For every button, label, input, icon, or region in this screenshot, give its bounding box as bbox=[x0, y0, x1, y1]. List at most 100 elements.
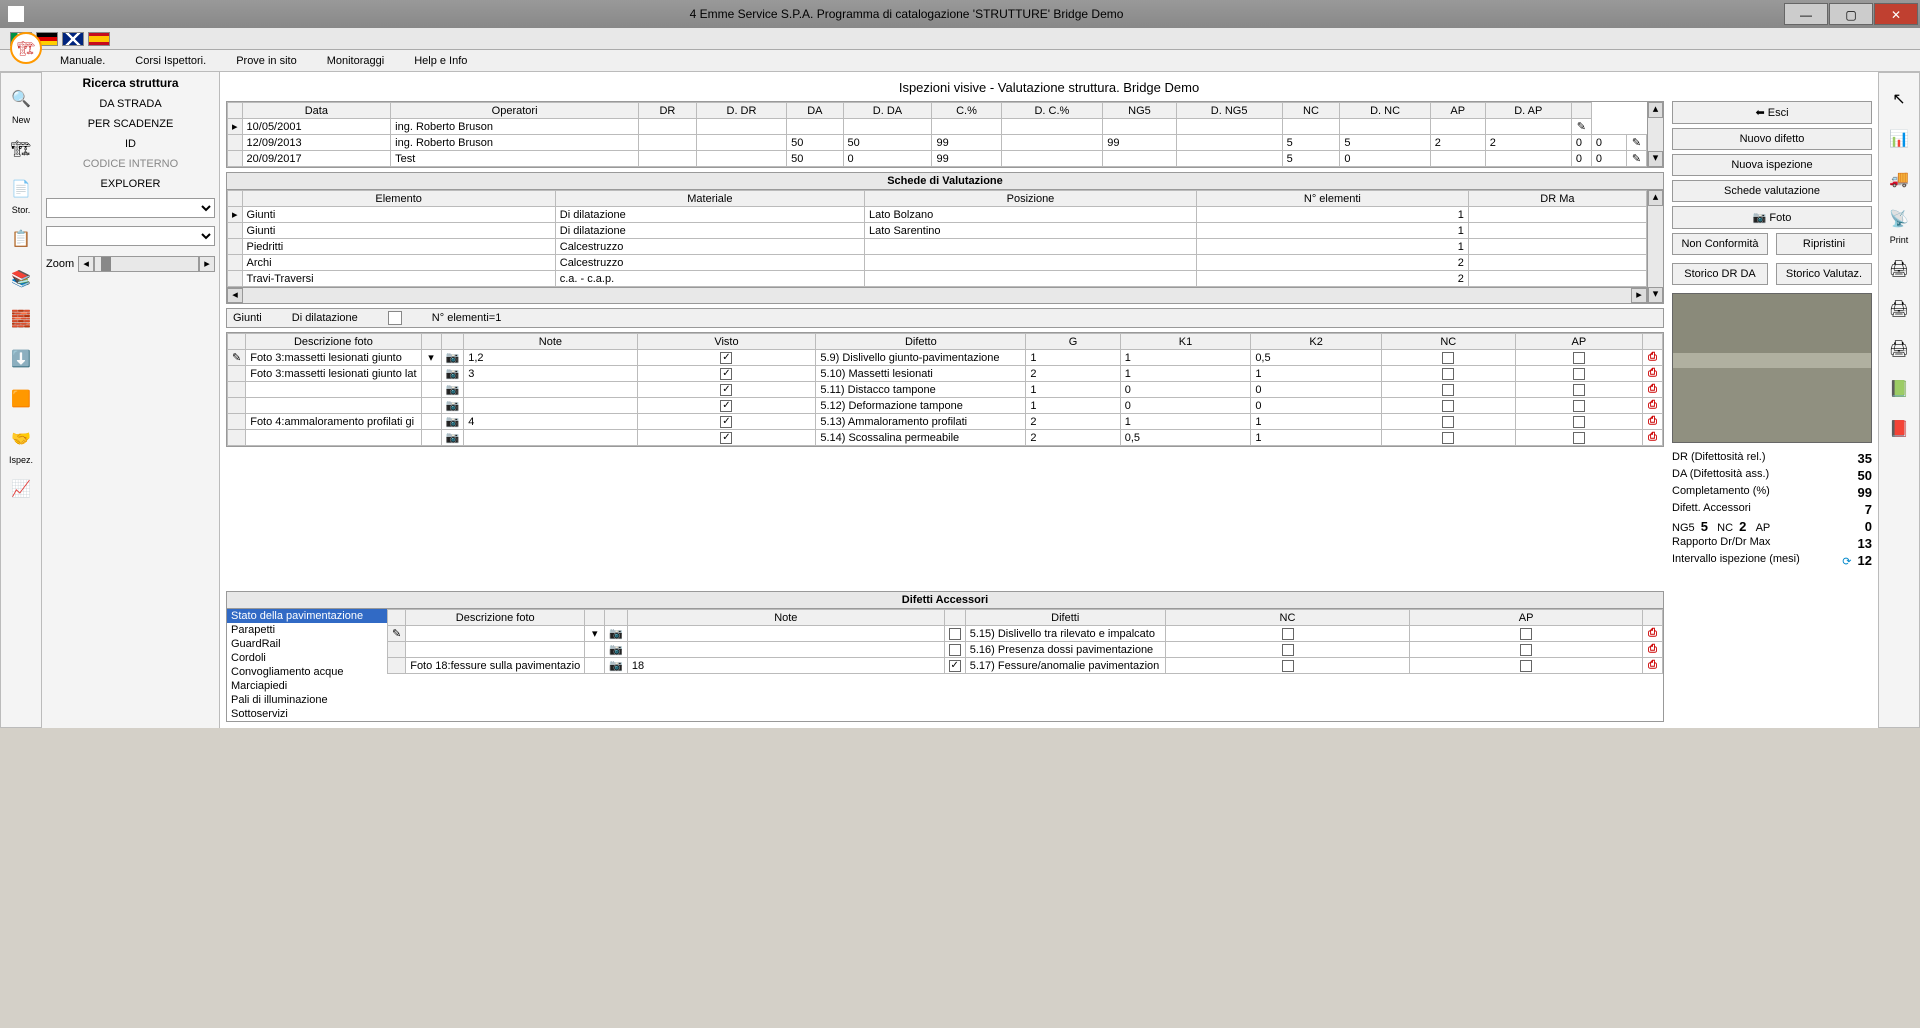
acc-row[interactable]: ✎▾📷5.15) Dislivello tra rilevato e impal… bbox=[388, 626, 1663, 642]
pdf-row-icon[interactable]: ⎙ bbox=[1643, 430, 1663, 446]
defect-row[interactable]: Foto 4:ammaloramento profilati gi📷45.13)… bbox=[228, 414, 1663, 430]
insp-row[interactable]: ▸10/05/2001ing. Roberto Bruson✎ bbox=[228, 119, 1647, 135]
flag-uk-icon[interactable] bbox=[62, 32, 84, 46]
nc-checkbox[interactable] bbox=[1442, 432, 1454, 444]
side-codice-interno[interactable]: CODICE INTERNO bbox=[46, 154, 215, 174]
col-data[interactable]: Data bbox=[242, 103, 391, 119]
col-dr[interactable]: DR bbox=[639, 103, 697, 119]
storico-dr-button[interactable]: Storico DR DA bbox=[1672, 263, 1768, 285]
side-per-scadenze[interactable]: PER SCADENZE bbox=[46, 114, 215, 134]
pdf-row-icon[interactable]: ⎙ bbox=[1643, 350, 1663, 366]
acc-item-acque[interactable]: Convogliamento acque bbox=[227, 665, 387, 679]
printer3-icon[interactable]: 🖨 bbox=[1885, 335, 1913, 363]
col-ng5[interactable]: NG5 bbox=[1103, 103, 1176, 119]
printer2-icon[interactable]: 🖨 bbox=[1885, 295, 1913, 323]
col-nelem[interactable]: N° elementi bbox=[1196, 191, 1468, 207]
search-icon[interactable]: 🔍 bbox=[7, 85, 35, 113]
col-note[interactable]: Note bbox=[464, 334, 637, 350]
zoom-slider[interactable] bbox=[94, 256, 199, 272]
menu-monitoraggi[interactable]: Monitoraggi bbox=[327, 55, 384, 67]
insp-row[interactable]: 12/09/2013ing. Roberto Bruson50509999552… bbox=[228, 135, 1647, 151]
nc-checkbox[interactable] bbox=[1442, 400, 1454, 412]
minimize-button[interactable]: — bbox=[1784, 3, 1828, 25]
download-icon[interactable]: ⬇️ bbox=[7, 345, 35, 373]
camera-icon[interactable]: 📷 bbox=[441, 430, 464, 446]
defect-row[interactable]: 📷5.12) Deformazione tampone100⎙ bbox=[228, 398, 1663, 414]
schede-row[interactable]: Travi-Traversic.a. - c.a.p.2 bbox=[228, 271, 1647, 287]
col-drma[interactable]: DR Ma bbox=[1468, 191, 1646, 207]
visto-checkbox[interactable] bbox=[720, 384, 732, 396]
camera-icon[interactable]: 📷 bbox=[441, 414, 464, 430]
non-conformita-button[interactable]: Non Conformità bbox=[1672, 233, 1768, 255]
truck-icon[interactable]: 🚚 bbox=[1885, 165, 1913, 193]
pdf-row-icon[interactable]: ⎙ bbox=[1643, 642, 1663, 658]
acc-checkbox[interactable] bbox=[949, 628, 961, 640]
col-g[interactable]: G bbox=[1026, 334, 1120, 350]
insp-row[interactable]: 20/09/2017Test500995000✎ bbox=[228, 151, 1647, 167]
col-def-ap[interactable]: AP bbox=[1515, 334, 1642, 350]
camera-icon[interactable]: 📷 bbox=[605, 626, 628, 642]
acc-item-marciapiedi[interactable]: Marciapiedi bbox=[227, 679, 387, 693]
col-posizione[interactable]: Posizione bbox=[864, 191, 1196, 207]
pdf-row-icon[interactable]: ⎙ bbox=[1643, 398, 1663, 414]
ap-checkbox[interactable] bbox=[1573, 400, 1585, 412]
excel-icon[interactable]: 📗 bbox=[1885, 375, 1913, 403]
zoom-left-icon[interactable]: ◂ bbox=[78, 256, 94, 272]
defect-row[interactable]: 📷5.11) Distacco tampone100⎙ bbox=[228, 382, 1663, 398]
col-c[interactable]: C.% bbox=[932, 103, 1001, 119]
foto-button[interactable]: 📷 Foto bbox=[1672, 206, 1872, 229]
menu-manuale[interactable]: Manuale. bbox=[60, 55, 105, 67]
acc-checkbox[interactable] bbox=[949, 660, 961, 672]
col-elemento[interactable]: Elemento bbox=[242, 191, 555, 207]
box-icon[interactable]: 🟧 bbox=[7, 385, 35, 413]
side-da-strada[interactable]: DA STRADA bbox=[46, 94, 215, 114]
pdf-row-icon[interactable]: ⎙ bbox=[1643, 658, 1663, 674]
visto-checkbox[interactable] bbox=[720, 368, 732, 380]
barchart-icon[interactable]: 📊 bbox=[1885, 125, 1913, 153]
ap-checkbox[interactable] bbox=[1573, 368, 1585, 380]
nc-checkbox[interactable] bbox=[1442, 368, 1454, 380]
col-descfoto[interactable]: Descrizione foto bbox=[246, 334, 421, 350]
acc-item-parapetti[interactable]: Parapetti bbox=[227, 623, 387, 637]
filter-checkbox[interactable] bbox=[388, 311, 402, 325]
bridge-icon[interactable]: 🏗 bbox=[7, 135, 35, 163]
hands-icon[interactable]: 🤝 bbox=[7, 425, 35, 453]
col-def-nc[interactable]: NC bbox=[1381, 334, 1515, 350]
pdf-row-icon[interactable]: ⎙ bbox=[1643, 414, 1663, 430]
nc-checkbox[interactable] bbox=[1442, 352, 1454, 364]
acc-col-difetti[interactable]: Difetti bbox=[965, 610, 1165, 626]
defect-row[interactable]: ✎Foto 3:massetti lesionati giunto▾📷1,25.… bbox=[228, 350, 1663, 366]
ap-checkbox[interactable] bbox=[1573, 432, 1585, 444]
acc-col-ap[interactable]: AP bbox=[1410, 610, 1643, 626]
visto-checkbox[interactable] bbox=[720, 432, 732, 444]
menu-help[interactable]: Help e Info bbox=[414, 55, 467, 67]
ap-checkbox[interactable] bbox=[1520, 628, 1532, 640]
pdf-row-icon[interactable]: ⎙ bbox=[1643, 366, 1663, 382]
col-ap[interactable]: AP bbox=[1430, 103, 1485, 119]
ap-checkbox[interactable] bbox=[1520, 660, 1532, 672]
ap-checkbox[interactable] bbox=[1573, 416, 1585, 428]
signal-icon[interactable]: 📡 bbox=[1885, 205, 1913, 233]
acc-item-pali[interactable]: Pali di illuminazione bbox=[227, 693, 387, 707]
col-difetto[interactable]: Difetto bbox=[816, 334, 1026, 350]
side-combo-1[interactable] bbox=[46, 198, 215, 218]
col-dng5[interactable]: D. NG5 bbox=[1176, 103, 1282, 119]
pdf-icon[interactable]: 📕 bbox=[1885, 415, 1913, 443]
acc-checkbox[interactable] bbox=[949, 644, 961, 656]
defect-row[interactable]: 📷5.14) Scossalina permeabile20,51⎙ bbox=[228, 430, 1663, 446]
books-icon[interactable]: 📚 bbox=[7, 265, 35, 293]
camera-icon[interactable]: 📷 bbox=[605, 658, 628, 674]
menu-prove[interactable]: Prove in sito bbox=[236, 55, 297, 67]
col-dda[interactable]: D. DA bbox=[843, 103, 932, 119]
ap-checkbox[interactable] bbox=[1573, 352, 1585, 364]
acc-col-desc[interactable]: Descrizione foto bbox=[406, 610, 585, 626]
zoom-right-icon[interactable]: ▸ bbox=[199, 256, 215, 272]
ap-checkbox[interactable] bbox=[1520, 644, 1532, 656]
pdf-row-icon[interactable]: ⎙ bbox=[1643, 626, 1663, 642]
acc-item-cordoli[interactable]: Cordoli bbox=[227, 651, 387, 665]
edit-icon[interactable]: ✎ bbox=[1577, 121, 1586, 133]
acc-col-nc[interactable]: NC bbox=[1165, 610, 1410, 626]
visto-checkbox[interactable] bbox=[720, 416, 732, 428]
col-visto[interactable]: Visto bbox=[637, 334, 816, 350]
schede-row[interactable]: GiuntiDi dilatazioneLato Sarentino1 bbox=[228, 223, 1647, 239]
